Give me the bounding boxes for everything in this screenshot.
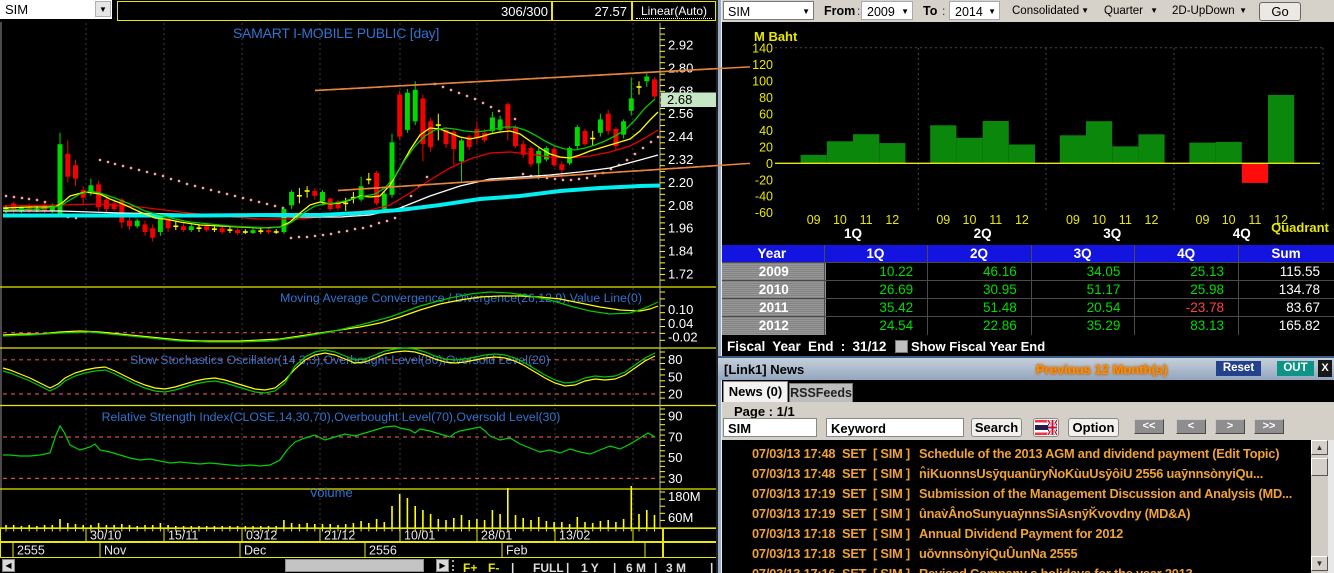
svg-text:2Q: 2Q: [974, 226, 992, 241]
svg-text:21/12: 21/12: [324, 529, 355, 543]
svg-text:0: 0: [766, 157, 773, 171]
svg-text:12: 12: [1145, 213, 1159, 227]
svg-text:80: 80: [759, 91, 773, 105]
svg-text:120: 120: [752, 58, 773, 72]
svg-text:15/11: 15/11: [168, 529, 198, 543]
svg-text:100: 100: [752, 75, 773, 89]
svg-text:140: 140: [752, 42, 773, 56]
svg-text:1Q: 1Q: [844, 226, 862, 241]
svg-text:13/02: 13/02: [559, 529, 590, 543]
svg-text:11: 11: [860, 213, 873, 227]
svg-text:09: 09: [936, 213, 950, 227]
svg-text:09: 09: [807, 213, 821, 227]
svg-text:60: 60: [759, 108, 773, 122]
svg-text:10: 10: [1222, 213, 1236, 227]
svg-text:4Q: 4Q: [1233, 226, 1251, 241]
svg-text:3Q: 3Q: [1103, 226, 1121, 241]
svg-text:09: 09: [1066, 213, 1080, 227]
svg-text:2556: 2556: [369, 544, 397, 558]
svg-text:Dec: Dec: [244, 544, 266, 558]
svg-text:30/10: 30/10: [90, 529, 121, 543]
svg-text:10: 10: [833, 213, 847, 227]
svg-text:03/12: 03/12: [246, 529, 277, 543]
svg-text:Nov: Nov: [104, 544, 127, 558]
svg-text:10/01: 10/01: [404, 529, 435, 543]
svg-text:Quadrant: Quadrant: [1271, 220, 1329, 235]
svg-text:10: 10: [963, 213, 977, 227]
svg-text:28/01: 28/01: [481, 529, 512, 543]
svg-text:-20: -20: [755, 173, 773, 187]
svg-text:20: 20: [759, 140, 773, 154]
svg-text:2555: 2555: [17, 544, 45, 558]
svg-text:11: 11: [989, 213, 1002, 227]
svg-text:09: 09: [1196, 213, 1210, 227]
svg-text:12: 12: [1015, 213, 1029, 227]
svg-text:11: 11: [1119, 213, 1132, 227]
svg-text:-40: -40: [755, 190, 773, 204]
svg-text:11: 11: [1248, 213, 1261, 227]
svg-text:-60: -60: [755, 206, 773, 220]
svg-text:40: 40: [759, 124, 773, 138]
svg-text:12: 12: [885, 213, 899, 227]
svg-text:Feb: Feb: [506, 544, 528, 558]
svg-text:10: 10: [1092, 213, 1106, 227]
